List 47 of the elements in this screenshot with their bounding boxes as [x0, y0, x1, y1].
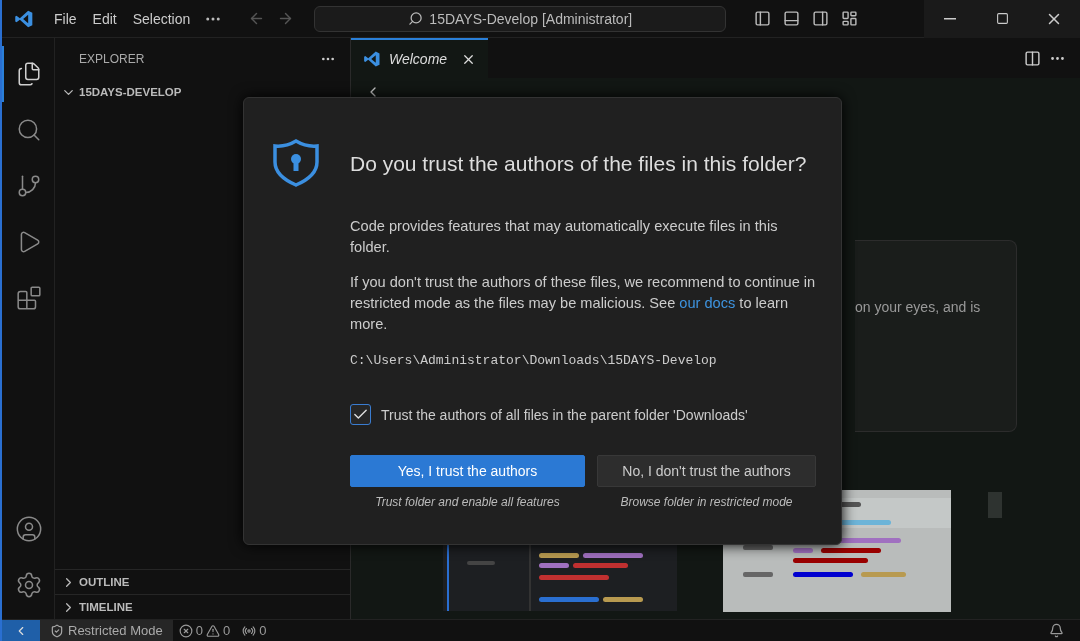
warning-icon: [205, 623, 220, 638]
search-icon[interactable]: [16, 117, 42, 143]
account-icon[interactable]: [15, 515, 43, 543]
layout-icon[interactable]: [841, 10, 859, 27]
menu-item[interactable]: File: [46, 10, 85, 27]
restricted-mode-indicator[interactable]: Restricted Mode: [40, 619, 173, 641]
files-icon[interactable]: [16, 61, 42, 87]
remote-button[interactable]: [2, 619, 40, 641]
dialog-message: Code provides features that may automatically execute files in this folder.: [350, 217, 779, 257]
checkbox-label: Trust the authors of all files in the parent folder 'Downloads': [381, 406, 748, 423]
notifications-icon[interactable]: [1049, 623, 1064, 638]
dont-trust-button[interactable]: No, I don't trust the authors: [597, 455, 816, 487]
sidebar-toggle-icon[interactable]: [754, 10, 772, 27]
secondary-sidebar-icon[interactable]: [812, 10, 830, 27]
trust-checkbox[interactable]: [350, 404, 371, 425]
ports-indicator[interactable]: 0: [236, 623, 273, 638]
folder-path: C:\Users\Administrator\Downloads\15DAYS-Develop: [350, 353, 718, 368]
editor-tab[interactable]: Welcome: [351, 38, 488, 78]
search-icon: [408, 11, 424, 26]
split-editor-icon[interactable]: [1024, 49, 1041, 67]
logo-icon: [363, 50, 381, 68]
error-icon: [178, 623, 193, 638]
problems-indicator[interactable]: 0 0: [172, 623, 237, 638]
button-caption: Browse folder in restricted mode: [620, 495, 793, 509]
dialog-title: Do you trust the authors of the files in this folder?: [350, 152, 808, 176]
panel-toggle-icon[interactable]: [783, 10, 801, 27]
section-header[interactable]: TIMELINE: [55, 595, 350, 619]
section-header[interactable]: OUTLINE: [55, 570, 350, 594]
branch-icon[interactable]: [16, 173, 42, 199]
dialog-message: If you don't trust the authors of these files, we recommend to continue in restricted mode as the files may be malicious. See our docs to learn more.: [350, 273, 816, 334]
maximize-icon: [995, 12, 1009, 25]
antenna-icon: [242, 623, 257, 638]
sidebar-title: EXPLORER: [79, 52, 145, 66]
shield-icon: [272, 138, 320, 188]
docs-link[interactable]: our docs: [679, 295, 736, 311]
logo-icon: [14, 8, 34, 29]
command-center[interactable]: 15DAYS-Develop [Administrator]: [314, 5, 727, 32]
shield-icon: [50, 623, 64, 638]
minimize-icon: [944, 17, 956, 20]
button-caption: Trust folder and enable all features: [375, 495, 560, 509]
section-header[interactable]: 15DAYS-DEVELOP: [55, 80, 350, 104]
menu-item[interactable]: Selection: [124, 10, 199, 27]
trust-button[interactable]: Yes, I trust the authors: [350, 455, 585, 487]
menu-item[interactable]: Edit: [84, 10, 125, 27]
blocks-icon[interactable]: [16, 285, 42, 311]
settings-icon[interactable]: [15, 571, 43, 599]
card-text: on your eyes, and is: [855, 299, 981, 315]
